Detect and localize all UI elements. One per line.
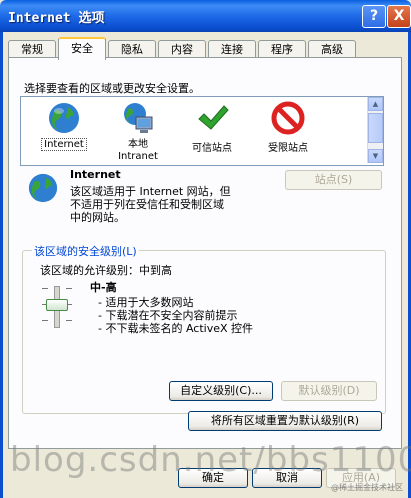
watermark: blog.csdn.net/bbs11007 <box>10 440 411 480</box>
scroll-down-icon[interactable]: ▼ <box>368 149 383 163</box>
sites-button[interactable]: 站点(S) <box>285 170 382 190</box>
window-title: Internet 选项 <box>8 11 105 26</box>
zone-trusted-sites[interactable]: 可信站点 <box>177 101 247 154</box>
zone-label: Internet <box>41 138 87 151</box>
level-point: - 不下载未签名的 ActiveX 控件 <box>98 322 254 335</box>
zone-label: 受限站点 <box>268 143 308 154</box>
slider-tick <box>66 288 72 289</box>
restricted-icon <box>271 101 305 135</box>
custom-level-button[interactable]: 自定义级别(C)... <box>169 381 273 401</box>
tab-privacy[interactable]: 隐私 <box>108 40 156 58</box>
tab-connections[interactable]: 连接 <box>208 40 256 58</box>
default-level-button[interactable]: 默认级别(D) <box>281 381 377 401</box>
zone-label: 可信站点 <box>192 143 232 154</box>
zone-internet[interactable]: Internet <box>29 101 99 151</box>
security-level-name: 中-高 <box>90 281 117 294</box>
allowed-levels-label: 该区域的允许级别：中到高 <box>40 264 172 277</box>
zone-title: Internet <box>70 168 121 181</box>
tab-general[interactable]: 常规 <box>8 40 56 58</box>
scroll-thumb[interactable] <box>368 113 383 143</box>
title-bar[interactable]: Internet 选项 ? X <box>0 0 411 32</box>
globe-icon <box>47 101 81 135</box>
tab-advanced[interactable]: 高级 <box>308 40 356 58</box>
zone-local-intranet[interactable]: 本地 Intranet <box>103 101 173 163</box>
tab-programs[interactable]: 程序 <box>258 40 306 58</box>
selected-zone-globe-icon <box>27 172 59 207</box>
slider-tick <box>66 320 72 321</box>
help-button[interactable]: ? <box>362 5 386 28</box>
reset-all-zones-button[interactable]: 将所有区域重置为默认级别(R) <box>188 411 382 431</box>
slider-tick <box>42 320 48 321</box>
slider-tick <box>42 288 48 289</box>
watermark-small: @稀土掘金技术社区 <box>331 483 403 492</box>
scroll-up-icon[interactable]: ▲ <box>368 97 383 111</box>
close-button[interactable]: X <box>387 5 411 28</box>
zone-list-scrollbar[interactable]: ▲ ▼ <box>367 97 383 163</box>
security-level-slider-thumb[interactable] <box>46 299 68 311</box>
tab-content[interactable]: 内容 <box>158 40 206 58</box>
tab-security[interactable]: 安全 <box>58 37 106 60</box>
window-frame-left <box>0 32 3 498</box>
local-intranet-icon <box>121 101 155 135</box>
zone-label: 本地 Intranet <box>118 139 158 162</box>
zone-description: 该区域适用于 Internet 网站，但 不适用于列在受信任和受制区域 中的网站… <box>70 185 231 224</box>
zone-restricted-sites[interactable]: 受限站点 <box>253 101 323 154</box>
checkmark-icon <box>195 101 229 135</box>
security-level-group-title: 该区域的安全级别(L) <box>32 243 139 259</box>
select-zone-prompt: 选择要查看的区域或更改安全设置。 <box>24 82 200 95</box>
zone-list[interactable]: Internet 本地 Intranet 可信站点 受限站点 ▲ ▼ <box>20 96 384 166</box>
